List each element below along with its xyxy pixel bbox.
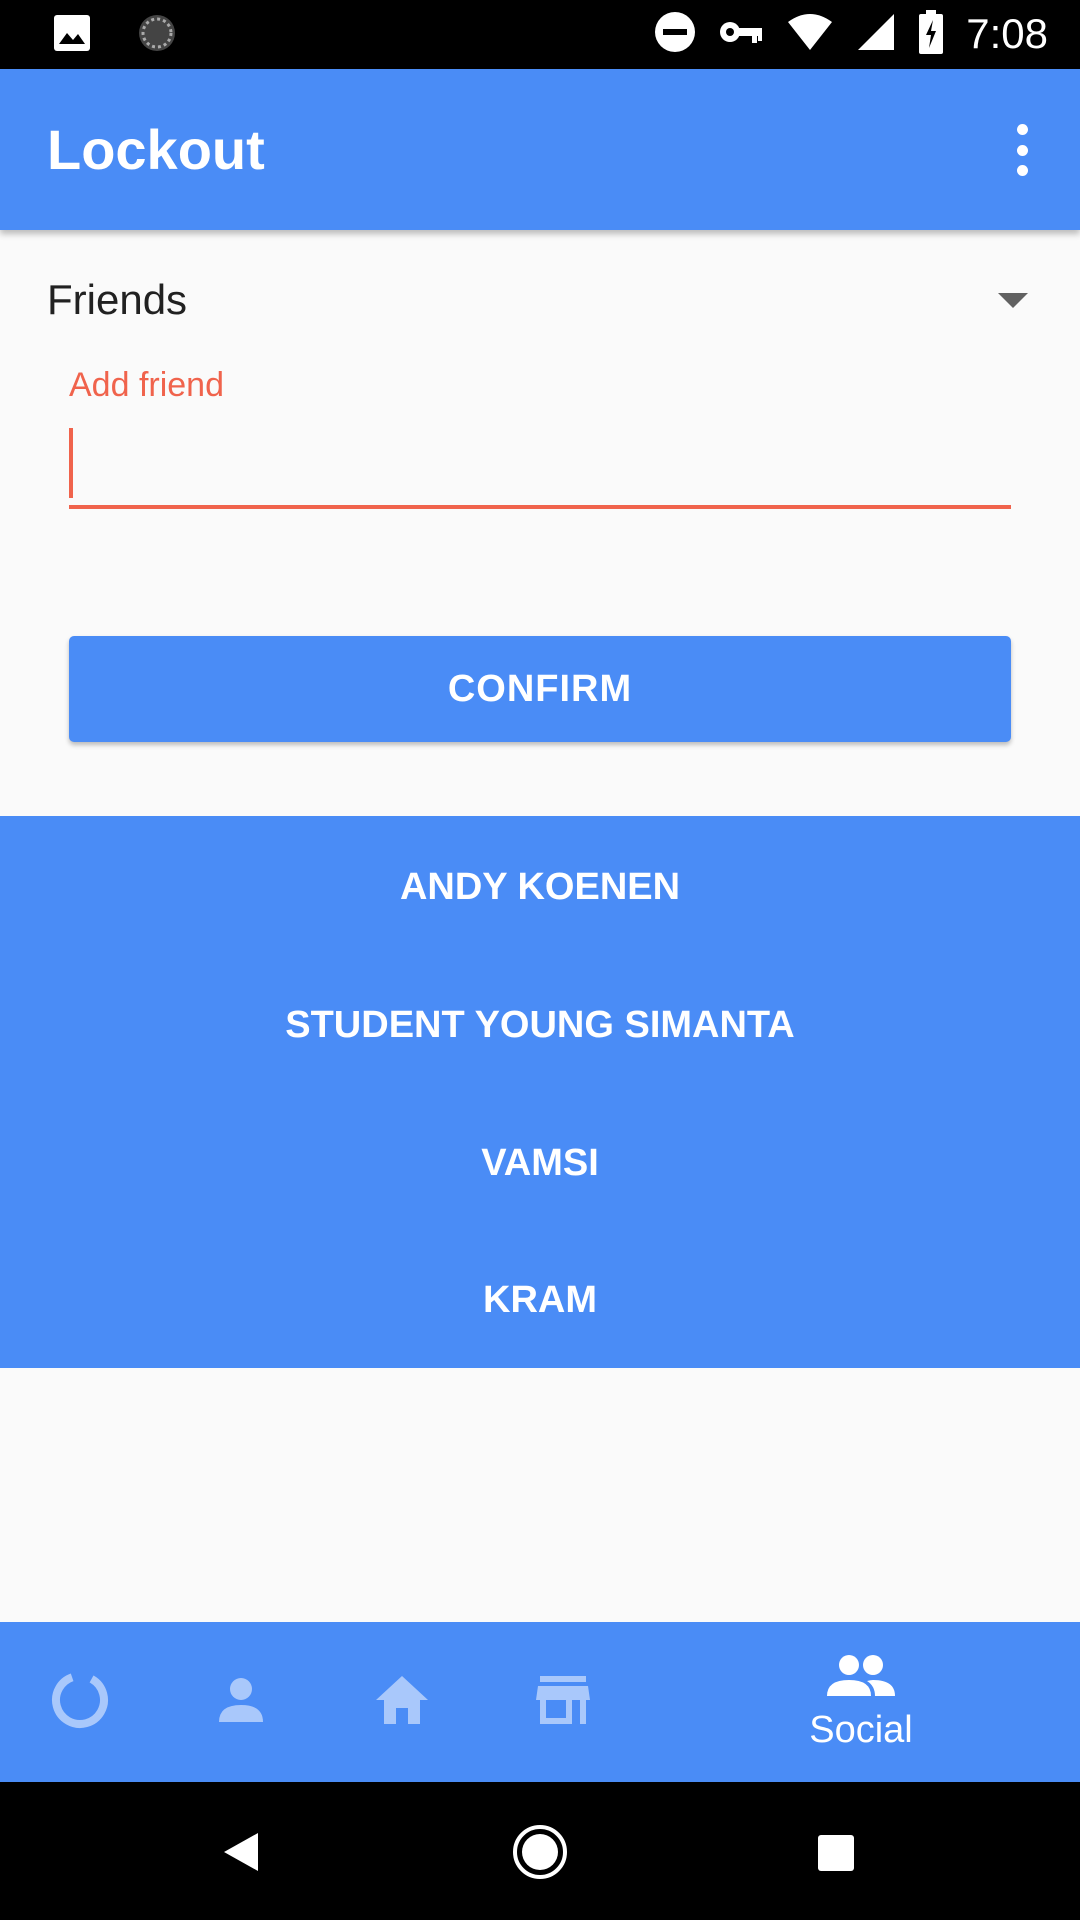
- store-icon: [534, 1672, 592, 1733]
- bottom-navigation: Social: [0, 1622, 1080, 1782]
- nav-item-home[interactable]: [362, 1622, 442, 1782]
- nav-item-store[interactable]: [523, 1622, 603, 1782]
- friends-list: ANDY KOENEN STUDENT YOUNG SIMANTA VAMSI …: [0, 816, 1080, 1368]
- arrow-drop-down-icon: [998, 293, 1028, 308]
- friend-item[interactable]: ANDY KOENEN: [0, 847, 1080, 927]
- image-icon: [52, 13, 92, 58]
- nav-label-social: Social: [809, 1709, 913, 1751]
- nav-item-social[interactable]: Social: [781, 1622, 941, 1782]
- text-caret: [69, 428, 73, 498]
- back-icon[interactable]: [222, 1831, 262, 1878]
- people-icon: [827, 1652, 895, 1705]
- friend-item[interactable]: KRAM: [0, 1260, 1080, 1340]
- progress-ring-icon: [50, 1670, 110, 1735]
- vpn-key-icon: [718, 17, 764, 52]
- status-time: 7:08: [966, 10, 1048, 57]
- system-navigation-bar: [0, 1782, 1080, 1920]
- dropdown-selected-value: Friends: [47, 276, 188, 323]
- signal-icon: [856, 12, 896, 57]
- wifi-icon: [786, 12, 834, 57]
- home-circle-icon[interactable]: [512, 1824, 568, 1885]
- add-friend-label: Add friend: [69, 366, 224, 404]
- recents-icon[interactable]: [817, 1834, 855, 1877]
- status-bar: 7:08: [0, 0, 1080, 69]
- nav-item-progress[interactable]: [40, 1622, 120, 1782]
- loading-icon: [136, 12, 178, 59]
- do-not-disturb-icon: [654, 11, 696, 58]
- home-icon: [372, 1672, 432, 1733]
- section-dropdown[interactable]: Friends: [0, 260, 1080, 340]
- battery-charging-icon: [918, 9, 944, 59]
- nav-item-profile[interactable]: [201, 1622, 281, 1782]
- more-vert-icon[interactable]: [1004, 124, 1040, 176]
- app-title: Lockout: [47, 118, 265, 181]
- add-friend-input[interactable]: [69, 425, 1011, 509]
- friend-item[interactable]: VAMSI: [0, 1123, 1080, 1203]
- person-icon: [215, 1674, 267, 1731]
- confirm-button[interactable]: CONFIRM: [69, 636, 1011, 742]
- friend-item[interactable]: STUDENT YOUNG SIMANTA: [0, 985, 1080, 1065]
- app-bar: Lockout: [0, 69, 1080, 230]
